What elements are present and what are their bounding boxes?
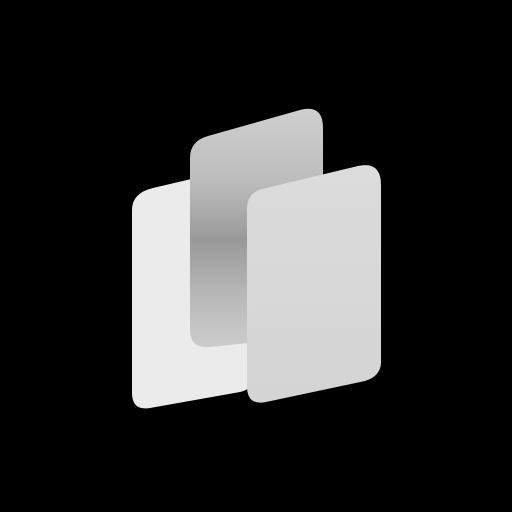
front-panel — [247, 165, 381, 403]
stacked-panels-icon — [132, 108, 381, 409]
icon-canvas — [0, 0, 512, 512]
